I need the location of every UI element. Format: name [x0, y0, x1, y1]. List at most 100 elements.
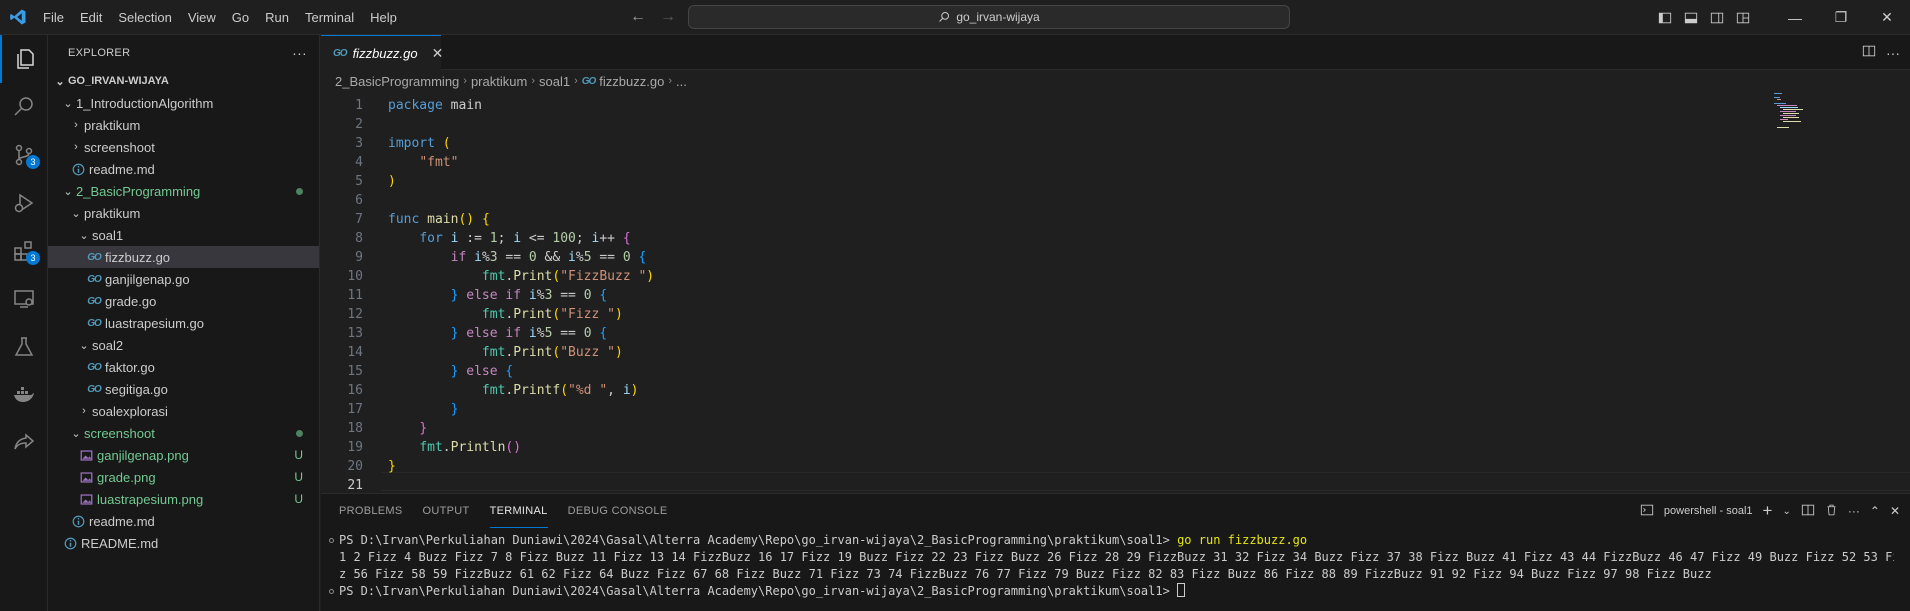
more-actions-icon[interactable]: ··· — [1886, 45, 1900, 61]
file-ganjilgenap-png[interactable]: ganjilgenap.png U — [48, 444, 319, 466]
file-fizzbuzz-go[interactable]: GO fizzbuzz.go — [48, 246, 319, 268]
live-share-icon[interactable] — [0, 419, 48, 467]
tab-debug-console[interactable]: DEBUG CONSOLE — [568, 494, 668, 528]
docker-icon[interactable] — [0, 371, 48, 419]
file-faktor-go[interactable]: GO faktor.go — [48, 356, 319, 378]
breadcrumb-item[interactable]: soal1 — [539, 74, 570, 89]
image-file-icon — [78, 491, 94, 507]
info-icon — [70, 161, 86, 177]
workspace-root[interactable]: ⌄ GO_IRVAN-WIJAYA — [48, 70, 319, 92]
file-ganjilgenap-go[interactable]: GO ganjilgenap.go — [48, 268, 319, 290]
toggle-secondary-sidebar-icon[interactable] — [1706, 7, 1728, 29]
source-control-icon[interactable]: 3 — [0, 131, 48, 179]
restore-icon[interactable]: ❐ — [1818, 0, 1864, 35]
chevron-down-icon: ⌄ — [71, 427, 81, 440]
chevron-down-icon[interactable]: ⌄ — [1782, 506, 1790, 517]
folder-praktikum[interactable]: › praktikum — [48, 114, 319, 136]
search-view-icon[interactable] — [0, 83, 48, 131]
line-number: 11 — [347, 288, 363, 303]
folder-soalexplorasi[interactable]: › soalexplorasi — [48, 400, 319, 422]
forward-arrow-icon[interactable]: → — [660, 8, 676, 26]
code-editor[interactable]: 1 package main 2 3 import (4 "fmt" 5) 6 7 func m… — [321, 92, 1910, 493]
menu-help[interactable]: Help — [362, 0, 405, 35]
breadcrumb-item[interactable]: praktikum — [471, 74, 527, 89]
tree-label: soalexplorasi — [92, 403, 168, 419]
file-segitiga-go[interactable]: GO segitiga.go — [48, 378, 319, 400]
minimize-icon[interactable]: — — [1772, 0, 1818, 35]
menu-run[interactable]: Run — [257, 0, 297, 35]
new-terminal-icon[interactable]: + — [1763, 501, 1773, 521]
remote-explorer-icon[interactable] — [0, 275, 48, 323]
run-debug-icon[interactable] — [0, 179, 48, 227]
breadcrumb-item[interactable]: fizzbuzz.go — [599, 74, 664, 89]
line-number: 14 — [347, 345, 363, 360]
maximize-panel-icon[interactable]: ⌃ — [1870, 504, 1880, 518]
line-number: 9 — [355, 250, 363, 265]
workspace-root-label: GO_IRVAN-WIJAYA — [68, 75, 169, 87]
modified-dot — [296, 429, 303, 437]
menu-edit[interactable]: Edit — [72, 0, 110, 35]
explorer-icon[interactable] — [0, 35, 48, 83]
tree-label: ganjilgenap.png — [97, 447, 189, 463]
back-arrow-icon[interactable]: ← — [630, 8, 646, 26]
folder-praktikum[interactable]: ⌄ praktikum — [48, 202, 319, 224]
folder-2-basicprogramming[interactable]: ⌄ 2_BasicProgramming — [48, 180, 319, 202]
more-actions-icon[interactable]: ··· — [1848, 504, 1860, 518]
tree-label: grade.png — [97, 469, 156, 485]
line-number: 18 — [347, 421, 363, 436]
trash-icon[interactable] — [1825, 503, 1838, 520]
tree-label: fizzbuzz.go — [105, 249, 171, 265]
file-luastrapesium-go[interactable]: GO luastrapesium.go — [48, 312, 319, 334]
folder-screenshoot[interactable]: ⌄ screenshoot — [48, 422, 319, 444]
terminal-output[interactable]: PS D:\Irvan\Perkuliahan Duniawi\2024\Gas… — [339, 532, 1894, 600]
split-editor-icon[interactable] — [1862, 44, 1876, 61]
tab-label: fizzbuzz.go — [352, 45, 418, 61]
go-file-icon: GO — [333, 47, 348, 59]
line-number: 10 — [347, 269, 363, 284]
command-center-search[interactable]: go_irvan-wijaya — [688, 5, 1290, 29]
tab-output[interactable]: OUTPUT — [423, 494, 470, 528]
file-readme-md[interactable]: readme.md — [48, 510, 319, 532]
menu-file[interactable]: File — [35, 0, 72, 35]
tree-label: 1_IntroductionAlgorithm — [76, 95, 214, 111]
tree-label: luastrapesium.png — [97, 491, 204, 507]
breadcrumb-item[interactable]: ... — [676, 74, 687, 89]
menu-terminal[interactable]: Terminal — [297, 0, 362, 35]
folder-1-introductionalgorithm[interactable]: ⌄ 1_IntroductionAlgorithm — [48, 92, 319, 114]
file-readme-md-root[interactable]: README.md — [48, 532, 319, 554]
menu-selection[interactable]: Selection — [110, 0, 179, 35]
tab-terminal[interactable]: TERMINAL — [489, 494, 548, 528]
chevron-down-icon: ⌄ — [55, 75, 65, 88]
menu-go[interactable]: Go — [224, 0, 257, 35]
testing-icon[interactable] — [0, 323, 48, 371]
close-panel-icon[interactable]: ✕ — [1890, 504, 1900, 518]
more-actions-icon[interactable]: ··· — [292, 45, 307, 61]
terminal-name[interactable]: powershell - soal1 — [1664, 505, 1753, 517]
customize-layout-icon[interactable] — [1732, 7, 1754, 29]
menu-view[interactable]: View — [180, 0, 224, 35]
close-tab-icon[interactable]: ✕ — [432, 45, 444, 62]
terminal-icon — [1640, 503, 1654, 520]
file-grade-png[interactable]: grade.png U — [48, 466, 319, 488]
activity-bar: 3 3 — [0, 35, 48, 611]
untracked-badge: U — [294, 492, 303, 506]
source-control-badge: 3 — [26, 155, 40, 169]
toggle-primary-sidebar-icon[interactable] — [1654, 7, 1676, 29]
minimap[interactable] — [1774, 92, 1834, 142]
terminal-prompt: PS D:\Irvan\Perkuliahan Duniawi\2024\Gas… — [339, 533, 1170, 547]
line-number: 8 — [355, 231, 363, 246]
breadcrumb-item[interactable]: 2_BasicProgramming — [335, 74, 459, 89]
tab-problems[interactable]: PROBLEMS — [339, 494, 403, 528]
file-grade-go[interactable]: GO grade.go — [48, 290, 319, 312]
toggle-panel-icon[interactable] — [1680, 7, 1702, 29]
folder-screenshoot[interactable]: › screenshoot — [48, 136, 319, 158]
chevron-right-icon: › — [531, 75, 535, 87]
folder-soal2[interactable]: ⌄ soal2 — [48, 334, 319, 356]
split-terminal-icon[interactable] — [1801, 503, 1815, 520]
file-luastrapesium-png[interactable]: luastrapesium.png U — [48, 488, 319, 510]
tab-fizzbuzz-go[interactable]: GO fizzbuzz.go ✕ — [321, 35, 444, 70]
extensions-icon[interactable]: 3 — [0, 227, 48, 275]
close-window-icon[interactable]: ✕ — [1864, 0, 1910, 35]
folder-soal1[interactable]: ⌄ soal1 — [48, 224, 319, 246]
file-readme-md[interactable]: readme.md — [48, 158, 319, 180]
